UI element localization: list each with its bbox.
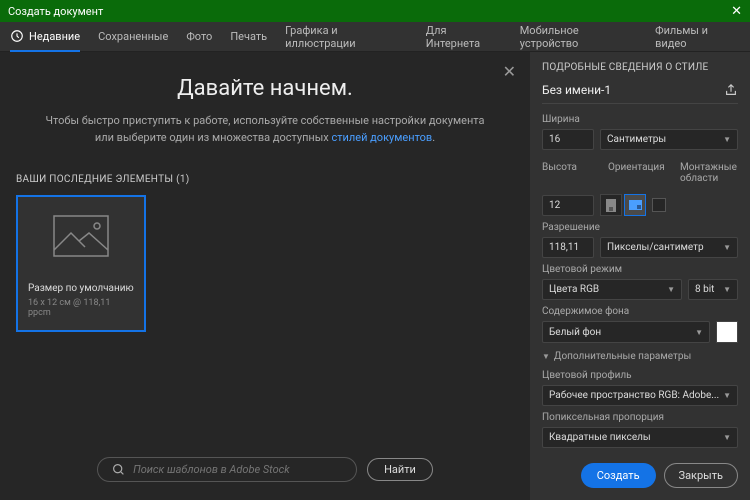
height-input[interactable]: [542, 195, 594, 216]
doc-name[interactable]: Без имени-1: [542, 83, 611, 97]
details-title: ПОДРОБНЫЕ СВЕДЕНИЯ О СТИЛЕ: [542, 62, 738, 73]
landscape-icon: [629, 200, 642, 210]
hero-section: ✕ Давайте начнем. Чтобы быстро приступит…: [0, 52, 530, 164]
recent-header: ВАШИ ПОСЛЕДНИЕ ЭЛЕМЕНТЫ (1): [0, 164, 530, 195]
recent-items: Размер по умолчанию 16 x 12 см @ 118,11 …: [0, 195, 530, 332]
preset-meta: 16 x 12 см @ 118,11 ppcm: [28, 298, 134, 318]
tab-recent[interactable]: Недавние: [10, 22, 80, 52]
background-swatch[interactable]: [716, 321, 738, 343]
preset-title: Размер по умолчанию: [28, 283, 134, 294]
chevron-down-icon: ▼: [723, 391, 731, 400]
tab-print[interactable]: Печать: [230, 23, 267, 50]
chevron-down-icon: ▼: [723, 243, 731, 252]
width-unit-select[interactable]: Сантиметры▼: [600, 129, 738, 150]
window-title: Создать документ: [8, 5, 103, 18]
preset-default[interactable]: Размер по умолчанию 16 x 12 см @ 118,11 …: [16, 195, 146, 332]
hero-link[interactable]: стилей документов: [332, 131, 433, 144]
category-tabs: Недавние Сохраненные Фото Печать Графика…: [0, 22, 750, 52]
chevron-down-icon: ▼: [723, 433, 731, 442]
profile-select[interactable]: Рабочее пространство RGB: Adobe...▼: [542, 385, 738, 406]
tab-photo[interactable]: Фото: [186, 23, 212, 50]
chevron-down-icon: ▼: [723, 135, 731, 144]
tab-web[interactable]: Для Интернета: [426, 17, 502, 57]
chevron-down-icon: ▼: [542, 352, 550, 361]
chevron-down-icon: ▼: [723, 285, 731, 294]
resolution-unit-select[interactable]: Пикселы/сантиметр▼: [600, 237, 738, 258]
close-button[interactable]: Закрыть: [664, 463, 738, 488]
background-label: Содержимое фона: [542, 306, 738, 317]
orientation-portrait[interactable]: [600, 194, 622, 216]
portrait-icon: [606, 199, 616, 212]
hero-heading: Давайте начнем.: [40, 76, 490, 101]
hero-close-icon[interactable]: ✕: [503, 62, 516, 81]
image-icon: [53, 215, 109, 257]
resolution-input[interactable]: [542, 237, 594, 258]
background-select[interactable]: Белый фон▼: [542, 321, 710, 343]
search-bar: Найти: [0, 439, 530, 500]
footer-buttons: Создать Закрыть: [581, 463, 738, 488]
resolution-label: Разрешение: [542, 222, 738, 233]
profile-label: Цветовой профиль: [542, 370, 738, 381]
artboards-checkbox[interactable]: [652, 198, 666, 212]
search-input-wrap[interactable]: [97, 457, 357, 482]
width-input[interactable]: [542, 129, 594, 150]
create-button[interactable]: Создать: [581, 463, 656, 488]
orientation-label: Ориентация: [608, 162, 666, 173]
tab-mobile[interactable]: Мобильное устройство: [520, 17, 637, 57]
pixelratio-label: Попиксельная пропорция: [542, 412, 738, 423]
pixelratio-select[interactable]: Квадратные пикселы▼: [542, 427, 738, 448]
export-icon[interactable]: [724, 83, 738, 97]
search-icon: [112, 463, 125, 476]
artboards-label: Монтажные области: [680, 162, 738, 184]
left-panel: ✕ Давайте начнем. Чтобы быстро приступит…: [0, 52, 530, 500]
search-input[interactable]: [133, 463, 342, 476]
width-label: Ширина: [542, 114, 738, 125]
advanced-toggle[interactable]: ▼Дополнительные параметры: [542, 351, 738, 362]
clock-icon: [10, 29, 24, 43]
hero-text: Чтобы быстро приступить к работе, исполь…: [40, 113, 490, 146]
bitdepth-select[interactable]: 8 bit▼: [688, 279, 738, 300]
chevron-down-icon: ▼: [695, 328, 703, 337]
colormode-label: Цветовой режим: [542, 264, 738, 275]
details-panel: ПОДРОБНЫЕ СВЕДЕНИЯ О СТИЛЕ Без имени-1 Ш…: [530, 52, 750, 500]
tab-film[interactable]: Фильмы и видео: [655, 17, 740, 57]
orientation-landscape[interactable]: [624, 194, 646, 216]
preset-thumb: [18, 197, 144, 275]
tab-art[interactable]: Графика и иллюстрации: [285, 17, 408, 57]
colormode-select[interactable]: Цвета RGB▼: [542, 279, 682, 300]
search-button[interactable]: Найти: [367, 458, 433, 481]
height-label: Высота: [542, 162, 594, 173]
tab-saved[interactable]: Сохраненные: [98, 23, 168, 50]
chevron-down-icon: ▼: [667, 285, 675, 294]
